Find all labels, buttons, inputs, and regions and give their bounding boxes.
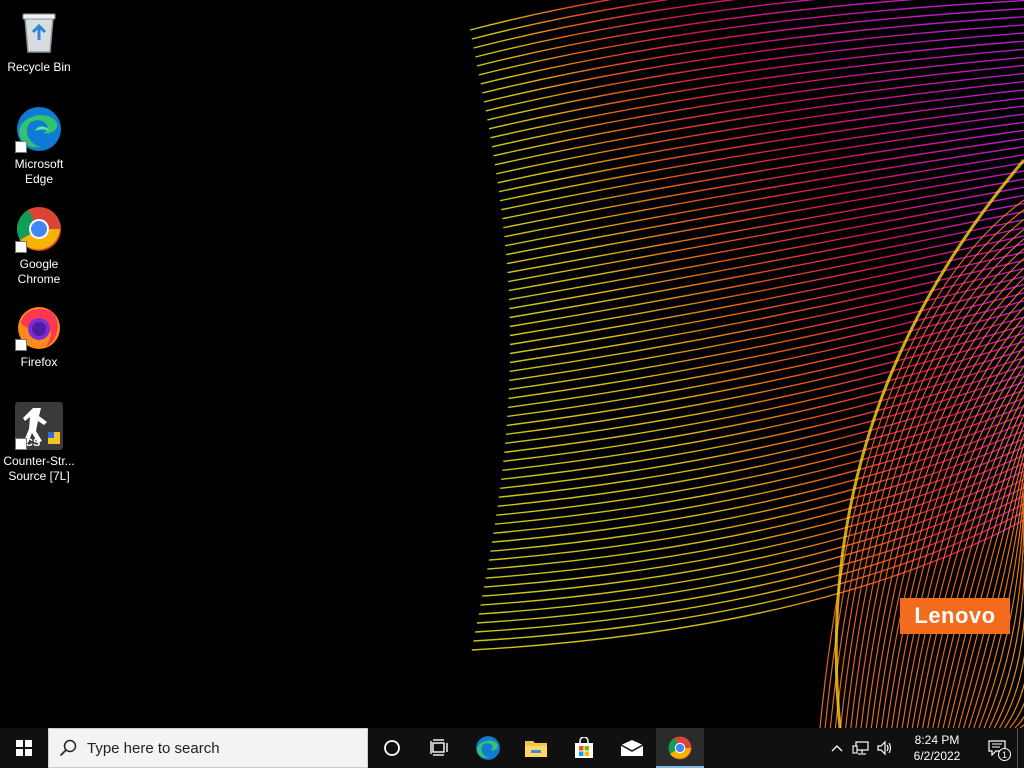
desktop-icon-counter-strike[interactable]: CS Counter-Str... Source [7L]	[1, 402, 77, 484]
speaker-icon	[877, 740, 892, 756]
taskbar-search-box[interactable]: Type here to search	[48, 728, 368, 768]
mail-icon	[620, 740, 644, 756]
taskbar: Type here to search 8:24 PM 6/2/2022 1	[0, 728, 1024, 768]
desktop-icon-recycle-bin[interactable]: Recycle Bin	[1, 8, 77, 75]
task-view-button[interactable]	[416, 728, 464, 768]
shortcut-arrow-icon	[15, 141, 27, 153]
lenovo-logo: Lenovo	[900, 598, 1010, 634]
cortana-icon	[384, 740, 400, 756]
svg-text:CS: CS	[25, 437, 40, 449]
start-icon	[16, 740, 32, 756]
network-button[interactable]	[849, 728, 873, 768]
desktop-icon-label: Google Chrome	[17, 257, 61, 286]
shortcut-arrow-icon	[15, 241, 27, 253]
desktop-icon-label: Firefox	[20, 355, 58, 369]
volume-button[interactable]	[873, 728, 897, 768]
desktop-icon-google-chrome[interactable]: Google Chrome	[1, 205, 77, 287]
desktop[interactable]: Recycle Bin Microsoft Edge Google Chrome…	[0, 0, 1024, 728]
taskbar-file-explorer-button[interactable]	[512, 728, 560, 768]
action-center-button[interactable]: 1	[977, 728, 1017, 768]
firefox-icon	[15, 303, 63, 351]
taskbar-chrome-button[interactable]	[656, 728, 704, 768]
edge-icon	[15, 105, 63, 153]
clock-date: 6/2/2022	[913, 749, 961, 763]
search-placeholder: Type here to search	[87, 739, 220, 757]
show-desktop-button[interactable]	[1017, 728, 1024, 768]
chrome-icon	[668, 736, 692, 760]
counter-strike-icon: CS	[15, 402, 63, 450]
desktop-icon-label: Recycle Bin	[7, 60, 71, 74]
system-tray: 8:24 PM 6/2/2022 1	[825, 728, 1024, 768]
desktop-icon-microsoft-edge[interactable]: Microsoft Edge	[1, 105, 77, 187]
store-icon	[575, 737, 593, 758]
shortcut-arrow-icon	[15, 438, 27, 450]
taskbar-store-button[interactable]	[560, 728, 608, 768]
taskbar-edge-button[interactable]	[464, 728, 512, 768]
start-button[interactable]	[0, 728, 48, 768]
shortcut-arrow-icon	[15, 339, 27, 351]
chevron-up-icon	[831, 745, 843, 752]
desktop-icon-label: Microsoft Edge	[14, 157, 64, 186]
recycle-bin-icon	[15, 8, 63, 56]
wallpaper-feather	[469, 0, 1024, 728]
taskbar-mail-button[interactable]	[608, 728, 656, 768]
cortana-button[interactable]	[368, 728, 416, 768]
notification-count-badge: 1	[998, 748, 1011, 761]
desktop-icon-firefox[interactable]: Firefox	[1, 303, 77, 370]
show-hidden-icons-button[interactable]	[825, 728, 849, 768]
task-view-icon	[430, 739, 448, 756]
network-icon	[852, 741, 869, 755]
file-explorer-icon	[525, 741, 547, 757]
search-icon	[59, 739, 77, 757]
edge-icon	[476, 736, 500, 760]
clock[interactable]: 8:24 PM 6/2/2022	[897, 728, 977, 768]
chrome-icon	[15, 205, 63, 253]
desktop-icon-label: Counter-Str... Source [7L]	[3, 454, 75, 483]
clock-time: 8:24 PM	[914, 733, 960, 747]
